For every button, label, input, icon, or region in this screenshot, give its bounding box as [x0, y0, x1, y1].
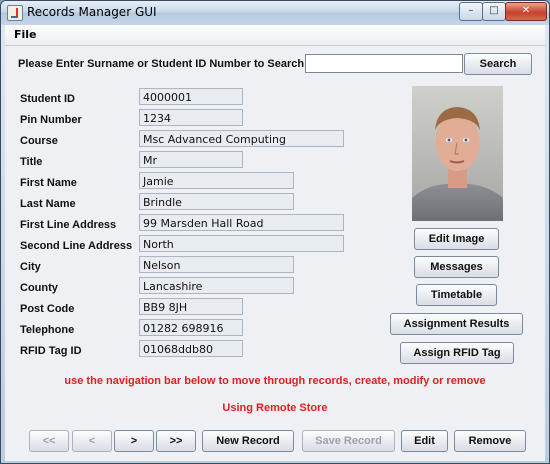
student-id-label: Student ID: [20, 93, 75, 105]
last-name-field[interactable]: Brindle: [139, 193, 294, 210]
student-photo-image: [412, 86, 503, 221]
student-photo: [412, 86, 503, 221]
java-app-icon: [7, 5, 23, 21]
city-label: City: [20, 261, 41, 273]
course-field[interactable]: Msc Advanced Computing: [139, 130, 344, 147]
assignment-results-button[interactable]: Assignment Results: [390, 313, 523, 335]
telephone-label: Telephone: [20, 324, 75, 336]
save-record-button[interactable]: Save Record: [302, 430, 395, 452]
edit-record-button[interactable]: Edit: [401, 430, 448, 452]
post-code-label: Post Code: [20, 303, 75, 315]
previous-record-button[interactable]: <: [72, 430, 112, 452]
last-record-button[interactable]: >>: [156, 430, 196, 452]
last-name-label: Last Name: [20, 198, 76, 210]
title-bar[interactable]: Records Manager GUI – □ ✕: [1, 1, 549, 25]
close-button[interactable]: ✕: [505, 2, 547, 21]
assign-rfid-tag-button[interactable]: Assign RFID Tag: [400, 342, 514, 364]
search-input[interactable]: [305, 54, 463, 73]
window-title: Records Manager GUI: [27, 5, 157, 19]
second-line-address-field[interactable]: North: [139, 235, 344, 252]
edit-image-button[interactable]: Edit Image: [414, 228, 499, 250]
county-field[interactable]: Lancashire: [139, 277, 294, 294]
maximize-button[interactable]: □: [482, 2, 506, 21]
second-line-address-label: Second Line Address: [20, 240, 133, 252]
navigation-hint-message: use the navigation bar below to move thr…: [64, 375, 486, 387]
course-label: Course: [20, 135, 58, 147]
remove-record-button[interactable]: Remove: [454, 430, 526, 452]
next-record-button[interactable]: >: [114, 430, 154, 452]
store-status-message: Using Remote Store: [222, 402, 328, 414]
county-label: County: [20, 282, 58, 294]
city-field[interactable]: Nelson: [139, 256, 294, 273]
first-line-address-field[interactable]: 99 Marsden Hall Road: [139, 214, 344, 231]
title-label: Title: [20, 156, 43, 168]
first-line-address-label: First Line Address: [20, 219, 117, 231]
first-name-label: First Name: [20, 177, 77, 189]
search-button[interactable]: Search: [464, 53, 532, 75]
telephone-field[interactable]: 01282 698916: [139, 319, 243, 336]
minimize-button[interactable]: –: [459, 2, 483, 21]
app-window: Records Manager GUI – □ ✕ File Please En…: [0, 0, 550, 464]
messages-button[interactable]: Messages: [414, 256, 499, 278]
menu-file[interactable]: File: [14, 28, 37, 41]
student-id-field[interactable]: 4000001: [139, 88, 243, 105]
search-label: Please Enter Surname or Student ID Numbe…: [18, 58, 305, 70]
timetable-button[interactable]: Timetable: [416, 284, 497, 306]
menu-bar: File: [5, 25, 545, 46]
main-panel: Please Enter Surname or Student ID Numbe…: [5, 46, 545, 461]
rfid-tag-label: RFID Tag ID: [20, 345, 82, 357]
pin-number-label: Pin Number: [20, 114, 82, 126]
pin-number-field[interactable]: 1234: [139, 109, 243, 126]
first-record-button[interactable]: <<: [29, 430, 69, 452]
new-record-button[interactable]: New Record: [202, 430, 294, 452]
post-code-field[interactable]: BB9 8JH: [139, 298, 243, 315]
rfid-tag-field[interactable]: 01068ddb80: [139, 340, 243, 357]
title-field[interactable]: Mr: [139, 151, 243, 168]
first-name-field[interactable]: Jamie: [139, 172, 294, 189]
